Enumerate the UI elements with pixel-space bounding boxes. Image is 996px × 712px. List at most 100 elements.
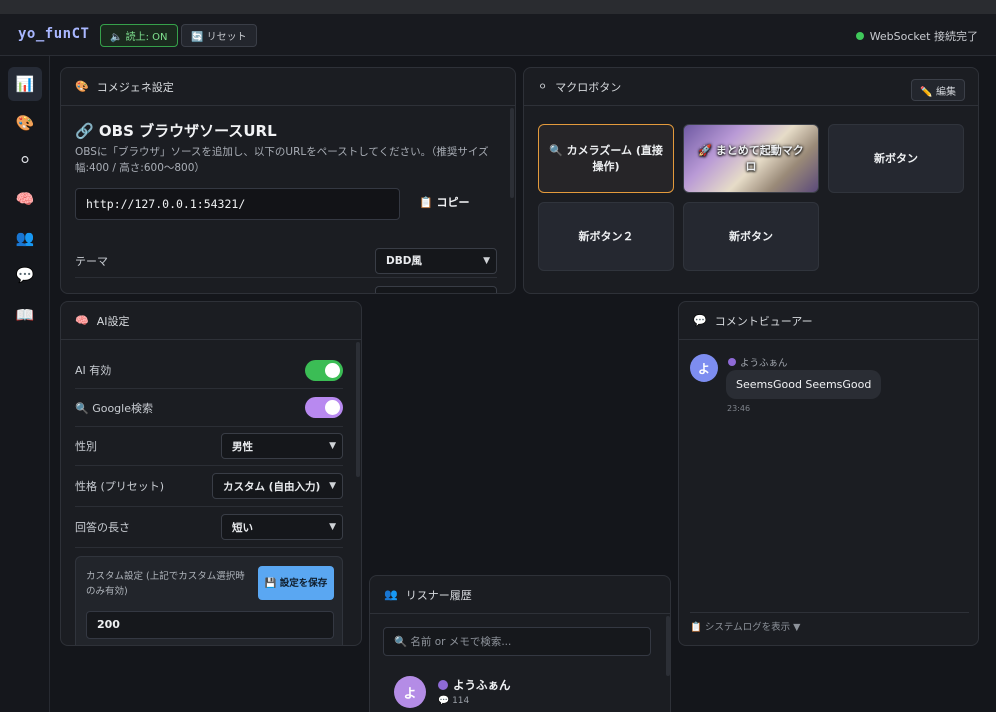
edit-macros-button[interactable]: ✏️ 編集 [911, 79, 965, 101]
chevron-down-icon: ▼ [483, 255, 490, 266]
sidebar-item-dashboard[interactable]: 📊 [8, 67, 42, 101]
gender-select-value: 男性 [232, 440, 253, 453]
brain-icon: 🧠 [15, 190, 35, 208]
personality-label: 性格 (プリセット) [75, 480, 165, 493]
book-icon: 📖 [15, 306, 35, 324]
chart-icon: 📊 [15, 75, 35, 93]
read-aloud-toggle-button[interactable]: 🔈 読上: ON [100, 24, 178, 47]
google-search-toggle[interactable] [305, 397, 343, 418]
theme-select-value: DBD風 [386, 255, 422, 267]
websocket-status: WebSocket 接続完了 [855, 28, 978, 44]
panel-header: 👥 リスナー履歴 [370, 576, 670, 614]
speech-bubble-icon: 💬 [15, 266, 35, 284]
theme-select[interactable]: DBD風 ▼ [375, 247, 497, 274]
app-title: yo_funCT [18, 26, 90, 42]
comment-time: 23:46 [727, 404, 751, 413]
gender-label: 性別 [75, 440, 97, 453]
sidebar-item-comments[interactable]: 💬 [8, 258, 42, 292]
comment-bubble: SeemsGood SeemsGood [726, 370, 882, 399]
scrollbar[interactable] [510, 108, 514, 198]
google-search-row: 🔍 Google検索 [75, 389, 343, 427]
reset-button[interactable]: 🔄 リセット [181, 24, 257, 47]
gender-row: 性別 男性 ▼ [75, 427, 343, 466]
chevron-down-icon: ▼ [329, 441, 336, 451]
panel-title: マクロボタン [555, 80, 622, 94]
custom-settings-box: カスタム設定 (上記でカスタム選択時のみ有効) 💾 設定を保存 200 [75, 556, 343, 645]
personality-select[interactable]: カスタム (自由入力) ▼ [212, 473, 343, 499]
palette-icon: 🎨 [15, 114, 35, 132]
answer-length-select[interactable]: 短い ▼ [221, 514, 343, 540]
comment-viewer-panel: 💬 コメントビューアー よ ようふぁん SeemsGood SeemsGood … [678, 301, 979, 646]
panel-header: 🎨 コメジェネ設定 [61, 68, 515, 106]
save-settings-button[interactable]: 💾 設定を保存 [258, 566, 334, 600]
personality-row: 性格 (プリセット) カスタム (自由入力) ▼ [75, 466, 343, 507]
macro-button-new-1[interactable]: 新ボタン [828, 124, 964, 193]
users-icon: 👥 [15, 229, 35, 247]
panel-title: コメジェネ設定 [96, 80, 174, 94]
copy-url-button[interactable]: 📋 コピー [419, 194, 470, 210]
panel-title: リスナー履歴 [405, 588, 472, 602]
toggle-knob [325, 400, 340, 415]
obs-url-heading: 🔗 OBS ブラウザソースURL [75, 122, 277, 140]
speech-bubble-icon: 💬 [693, 314, 707, 327]
ai-settings-panel: 🧠 AI設定 AI 有効 🔍 Google検索 性別 男性 ▼ 性格 (プリセッ… [60, 301, 362, 646]
theme-row: テーマ DBD風 ▼ [75, 244, 497, 278]
sidebar-item-comejene[interactable]: 🎨 [8, 106, 42, 140]
chevron-down-icon: ▼ [329, 481, 336, 491]
system-log-toggle[interactable]: 📋 システムログを表示 ▼ [690, 612, 969, 633]
chevron-down-icon: ▼ [329, 522, 336, 532]
websocket-status-text: WebSocket 接続完了 [869, 30, 978, 43]
sidebar: 📊 🎨 ⚪ 🧠 👥 💬 📖 [0, 56, 50, 712]
next-setting-select[interactable] [375, 286, 497, 293]
listener-history-panel: 👥 リスナー履歴 🔍 名前 or メモで検索... よ ようふぁん 💬 114 [369, 575, 671, 712]
comment-author-text: ようふぁん [740, 358, 788, 369]
sidebar-item-listeners[interactable]: 👥 [8, 221, 42, 255]
theme-label: テーマ [75, 254, 108, 268]
ai-enabled-toggle[interactable] [305, 359, 343, 381]
sidebar-item-macro[interactable]: ⚪ [8, 143, 42, 177]
ai-enabled-row: AI 有効 [75, 352, 343, 389]
panel-title: AI設定 [96, 314, 130, 328]
sidebar-item-ai[interactable]: 🧠 [8, 182, 42, 216]
answer-length-select-value: 短い [232, 521, 253, 534]
avatar: よ [690, 354, 718, 382]
obs-url-field[interactable]: http://127.0.0.1:54321/ [75, 188, 400, 220]
listener-name[interactable]: ようふぁん [438, 677, 511, 693]
macro-button-new-2[interactable]: 新ボタン２ [538, 202, 674, 271]
sidebar-item-guide[interactable]: 📖 [8, 298, 42, 332]
answer-length-row: 回答の長さ 短い ▼ [75, 507, 343, 548]
listener-comment-count: 💬 114 [438, 696, 470, 706]
comejene-settings-panel: 🎨 コメジェネ設定 🔗 OBS ブラウザソースURL OBSに「ブラウザ」ソース… [60, 67, 516, 294]
macro-buttons-panel: ⚪ マクロボタン ✏️ 編集 🔍 カメラズーム (直接操作) 🚀 まとめて起動マ… [523, 67, 979, 294]
ai-enabled-label: AI 有効 [75, 364, 112, 377]
panel-header: ⚪ マクロボタン [524, 68, 978, 106]
personality-select-value: カスタム (自由入力) [223, 480, 321, 493]
users-icon: 👥 [384, 588, 398, 601]
custom-value-input[interactable]: 200 [86, 611, 334, 639]
palette-icon: 🎨 [75, 80, 89, 93]
circle-icon: ⚪ [538, 80, 548, 93]
listener-name-text: ようふぁん [453, 678, 511, 692]
listener-search-input[interactable]: 🔍 名前 or メモで検索... [383, 627, 651, 656]
toggle-knob [325, 362, 340, 378]
panel-header: 🧠 AI設定 [61, 302, 361, 340]
panel-header: 💬 コメントビューアー [679, 302, 978, 340]
google-search-label: 🔍 Google検索 [75, 401, 153, 415]
gender-select[interactable]: 男性 ▼ [221, 433, 343, 459]
top-bar: yo_funCT 🔈 読上: ON 🔄 リセット WebSocket 接続完了 [0, 14, 996, 56]
panel-title: コメントビューアー [714, 314, 813, 328]
avatar: よ [394, 676, 426, 708]
macro-button-launch-all[interactable]: 🚀 まとめて起動マクロ [683, 124, 819, 193]
status-dot-icon [855, 32, 864, 40]
user-dot-icon [438, 680, 448, 690]
scrollbar[interactable] [356, 342, 360, 477]
user-dot-icon [728, 358, 736, 366]
brain-icon: 🧠 [75, 314, 89, 327]
macro-button-new-3[interactable]: 新ボタン [683, 202, 819, 271]
macro-button-camera-zoom[interactable]: 🔍 カメラズーム (直接操作) [538, 124, 674, 193]
comment-author: ようふぁん [728, 355, 788, 369]
bookmark-bar [0, 0, 996, 14]
obs-url-description: OBSに「ブラウザ」ソースを追加し、以下のURLをペーストしてください。（推奨サ… [75, 146, 489, 174]
circle-icon: ⚪ [18, 151, 32, 169]
scrollbar[interactable] [666, 616, 670, 676]
